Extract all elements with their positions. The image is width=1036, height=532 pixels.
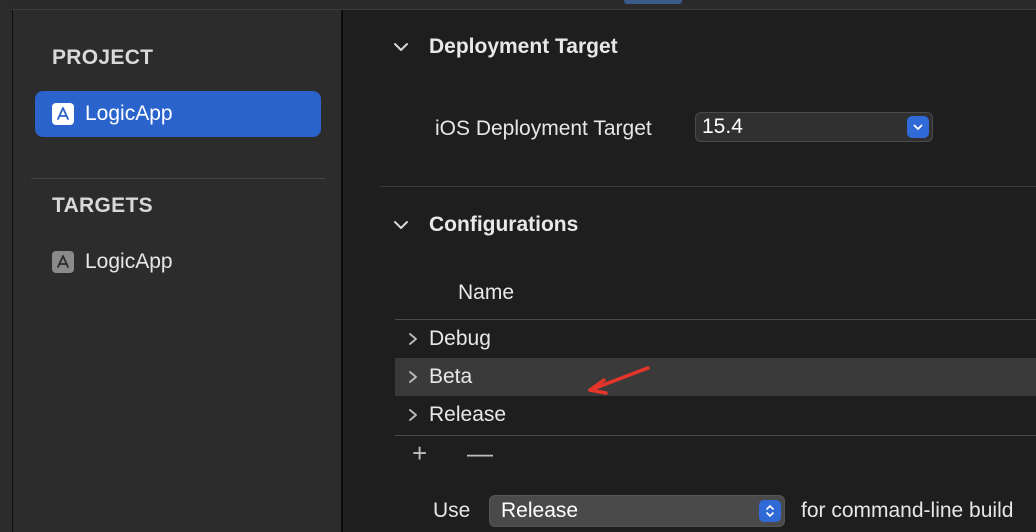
project-section-header: PROJECT [52,46,154,69]
build-settings-pane [343,10,1036,532]
chevron-down-icon[interactable] [393,39,409,55]
configuration-row-release[interactable]: Release [395,396,1036,434]
configuration-row-beta[interactable]: Beta [395,358,1036,396]
group-separator [380,186,1036,187]
ios-deployment-target-label: iOS Deployment Target [435,117,652,140]
use-label: Use [433,499,471,522]
chevron-right-icon[interactable] [406,332,420,346]
app-store-a-icon [52,251,74,273]
remove-configuration-button[interactable]: — [467,438,493,469]
targets-section-header: TARGETS [52,194,153,217]
ios-deployment-target-value: 15.4 [702,115,743,138]
sidebar-separator [31,178,325,179]
sidebar-item-label: LogicApp [85,102,173,125]
chevron-down-icon [907,116,929,138]
chevron-right-icon[interactable] [406,408,420,422]
sidebar-item-label: LogicApp [85,250,173,273]
name-column-header[interactable]: Name [458,281,514,305]
top-tab-indicator[interactable] [624,0,682,4]
configurations-title: Configurations [429,213,579,236]
table-bottom-separator [395,435,1036,436]
window-edge [0,0,13,532]
chevron-down-icon[interactable] [393,217,409,233]
command-line-configuration-value: Release [501,499,579,522]
sidebar-item-project-logicapp[interactable]: LogicApp [35,91,321,137]
annotation-arrow-icon [588,366,650,395]
configuration-name: Debug [429,327,491,350]
command-line-suffix-label: for command-line build [801,499,1014,522]
configuration-name: Beta [429,365,473,388]
sidebar-item-target-logicapp[interactable]: LogicApp [35,239,321,285]
top-strip [12,0,1036,10]
xcode-project-editor: PROJECT LogicApp TARGETS LogicApp Deploy… [0,0,1036,532]
configuration-row-debug[interactable]: Debug [395,320,1036,358]
ios-deployment-target-popup[interactable]: 15.4 [695,112,933,142]
command-line-configuration-popup[interactable]: Release [489,495,785,527]
app-store-a-icon [52,103,74,125]
deployment-target-title: Deployment Target [429,35,618,58]
chevron-right-icon[interactable] [406,370,420,384]
chevron-updown-icon [759,500,781,522]
add-configuration-button[interactable]: + [412,438,427,469]
configuration-name: Release [429,403,507,426]
